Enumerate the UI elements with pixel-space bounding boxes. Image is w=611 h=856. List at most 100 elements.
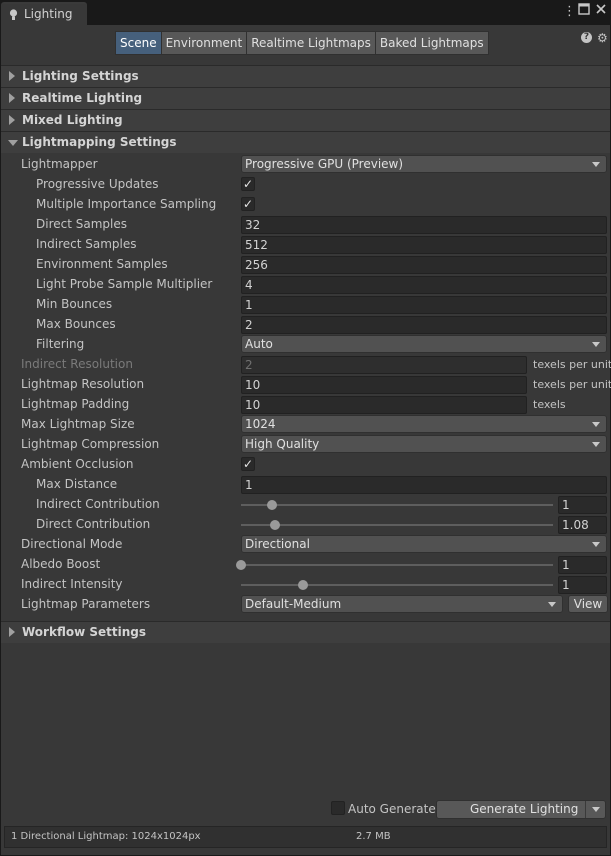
max-bounces-label: Max Bounces	[36, 317, 116, 331]
lightmap-compression-dropdown[interactable]: High Quality	[241, 435, 607, 453]
generate-lighting-label: Generate Lighting	[470, 802, 579, 816]
filtering-label: Filtering	[36, 337, 85, 351]
foldout-lightmapping-settings[interactable]: Lightmapping Settings	[1, 131, 610, 153]
indirect-intensity-field[interactable]: 1	[558, 576, 607, 594]
indirect-intensity-thumb[interactable]	[298, 580, 309, 590]
mode-toolbar: Scene Environment Realtime Lightmaps Bak…	[115, 31, 489, 55]
albedo-boost-track[interactable]	[241, 564, 553, 566]
min-bounces-field[interactable]: 1	[241, 296, 607, 314]
indirect-contribution-track[interactable]	[241, 504, 553, 506]
indirect-resolution-field: 2	[241, 356, 527, 374]
chevron-down-icon	[592, 442, 600, 447]
lightmap-padding-label: Lightmap Padding	[21, 397, 130, 411]
tab-lighting[interactable]: Lighting	[1, 2, 87, 25]
lightmap-compression-label: Lightmap Compression	[21, 437, 160, 451]
chevron-down-icon	[548, 602, 556, 607]
lightmap-status-bar: 1 Directional Lightmap: 1024x1024px 2.7 …	[4, 826, 607, 848]
environment-samples-label: Environment Samples	[36, 257, 168, 271]
albedo-boost-field[interactable]: 1	[558, 556, 607, 574]
indirect-intensity-track[interactable]	[241, 584, 553, 586]
dropdown-value: Auto	[245, 337, 273, 351]
lightbulb-icon	[9, 9, 18, 20]
button-divider	[585, 801, 586, 818]
ambient-occlusion-checkbox[interactable]: ✓	[241, 457, 255, 471]
lightmapper-label: Lightmapper	[21, 157, 98, 171]
light-probe-multiplier-field[interactable]: 4	[241, 276, 607, 294]
lightmap-parameters-dropdown[interactable]: Default-Medium	[241, 595, 563, 613]
lightmap-padding-field[interactable]: 10	[241, 396, 527, 414]
albedo-boost-thumb[interactable]	[236, 560, 246, 570]
direct-contribution-label: Direct Contribution	[36, 517, 151, 531]
direct-contribution-thumb[interactable]	[269, 520, 280, 530]
environment-samples-field[interactable]: 256	[241, 256, 607, 274]
direct-samples-label: Direct Samples	[36, 217, 127, 231]
direct-contribution-track[interactable]	[241, 524, 553, 526]
foldout-label: Lighting Settings	[22, 69, 139, 83]
chevron-right-icon	[9, 71, 15, 81]
lightmap-resolution-field[interactable]: 10	[241, 376, 527, 394]
chevron-down-icon	[592, 422, 600, 427]
indirect-resolution-label: Indirect Resolution	[21, 357, 133, 371]
direct-samples-field[interactable]: 32	[241, 216, 607, 234]
lightmap-resolution-unit: texels per unit	[533, 378, 611, 391]
lightmap-parameters-label: Lightmap Parameters	[21, 597, 151, 611]
lightmap-resolution-label: Lightmap Resolution	[21, 377, 145, 391]
dropdown-value: Progressive GPU (Preview)	[245, 157, 404, 171]
mis-checkbox[interactable]: ✓	[241, 197, 255, 211]
tab-baked-lightmaps[interactable]: Baked Lightmaps	[375, 31, 489, 55]
lightmap-memory: 2.7 MB	[356, 831, 391, 842]
close-icon[interactable]	[595, 3, 607, 20]
directional-mode-dropdown[interactable]: Directional	[241, 535, 607, 553]
max-lightmap-size-dropdown[interactable]: 1024	[241, 415, 607, 433]
chevron-right-icon	[9, 115, 15, 125]
max-lightmap-size-label: Max Lightmap Size	[21, 417, 135, 431]
lightmap-summary: 1 Directional Lightmap: 1024x1024px	[11, 831, 201, 842]
indirect-contribution-field[interactable]: 1	[558, 496, 607, 514]
indirect-contribution-thumb[interactable]	[267, 500, 278, 510]
chevron-right-icon	[9, 93, 15, 103]
generate-lighting-button[interactable]: Generate Lighting	[436, 800, 606, 819]
filtering-dropdown[interactable]: Auto	[241, 335, 607, 353]
progressive-updates-checkbox[interactable]: ✓	[241, 177, 255, 191]
indirect-resolution-unit: texels per unit	[533, 358, 611, 371]
auto-generate-checkbox[interactable]	[331, 801, 345, 815]
chevron-right-icon	[9, 627, 15, 637]
min-bounces-label: Min Bounces	[36, 297, 113, 311]
dropdown-value: High Quality	[245, 437, 320, 451]
max-bounces-field[interactable]: 2	[241, 316, 607, 334]
foldout-label: Mixed Lighting	[22, 113, 123, 127]
foldout-lighting-settings[interactable]: Lighting Settings	[1, 65, 610, 87]
tab-scene[interactable]: Scene	[115, 31, 162, 55]
light-probe-multiplier-label: Light Probe Sample Multiplier	[36, 277, 213, 291]
foldout-label: Realtime Lighting	[22, 91, 143, 105]
auto-generate-label: Auto Generate	[348, 802, 436, 816]
dropdown-value: Directional	[245, 537, 310, 551]
chevron-down-icon	[592, 542, 600, 547]
albedo-boost-label: Albedo Boost	[21, 557, 101, 571]
indirect-samples-label: Indirect Samples	[36, 237, 137, 251]
help-icon[interactable]: ?	[581, 32, 592, 43]
kebab-icon[interactable]: ⋮	[563, 4, 576, 20]
progressive-updates-label: Progressive Updates	[36, 177, 159, 191]
maximize-icon[interactable]	[578, 3, 590, 20]
view-button[interactable]: View	[568, 595, 608, 613]
ambient-occlusion-label: Ambient Occlusion	[21, 457, 134, 471]
chevron-down-icon[interactable]	[592, 807, 600, 812]
dropdown-value: 1024	[245, 417, 276, 431]
gear-icon[interactable]: ⚙	[597, 31, 608, 45]
lightmap-padding-unit: texels	[533, 398, 566, 411]
foldout-mixed-lighting[interactable]: Mixed Lighting	[1, 109, 610, 131]
chevron-down-icon	[592, 162, 600, 167]
tab-title: Lighting	[24, 7, 73, 21]
foldout-realtime-lighting[interactable]: Realtime Lighting	[1, 87, 610, 109]
tab-environment[interactable]: Environment	[161, 31, 248, 55]
foldout-label: Workflow Settings	[22, 625, 146, 639]
foldout-workflow-settings[interactable]: Workflow Settings	[1, 621, 610, 643]
indirect-contribution-label: Indirect Contribution	[36, 497, 160, 511]
tab-realtime-lightmaps[interactable]: Realtime Lightmaps	[247, 31, 376, 55]
max-distance-field[interactable]: 1	[241, 476, 607, 494]
indirect-samples-field[interactable]: 512	[241, 236, 607, 254]
direct-contribution-field[interactable]: 1.08	[558, 516, 607, 534]
chevron-down-icon	[592, 342, 600, 347]
lightmapper-dropdown[interactable]: Progressive GPU (Preview)	[241, 155, 607, 173]
